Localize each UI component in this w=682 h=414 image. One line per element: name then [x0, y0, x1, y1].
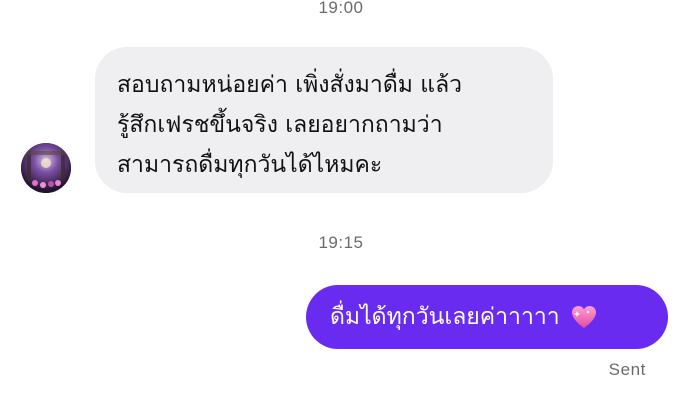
timestamp: 19:15: [318, 233, 364, 252]
message-line: รู้สึกเฟรชขึ้นจริง เลยอยากถามว่า: [117, 112, 443, 138]
message-text: ดื่มได้ทุกวันเลยค่าาาาา: [330, 304, 560, 330]
message-line: สามารถดื่มทุกวันได้ไหมคะ: [117, 152, 383, 178]
timestamp: 19:00: [318, 0, 364, 17]
contact-avatar[interactable]: [21, 143, 71, 193]
delivery-status: Sent: [608, 360, 646, 379]
message-line: สอบถามหน่อยค่า เพิ่งสั่งมาดื่ม แล้ว: [117, 72, 463, 98]
outgoing-message-bubble[interactable]: ดื่มได้ทุกวันเลยค่าาาาา: [306, 285, 668, 349]
incoming-message-bubble[interactable]: สอบถามหน่อยค่า เพิ่งสั่งมาดื่ม แล้ว รู้ส…: [95, 47, 553, 193]
sparkling-heart-icon: [570, 304, 598, 330]
